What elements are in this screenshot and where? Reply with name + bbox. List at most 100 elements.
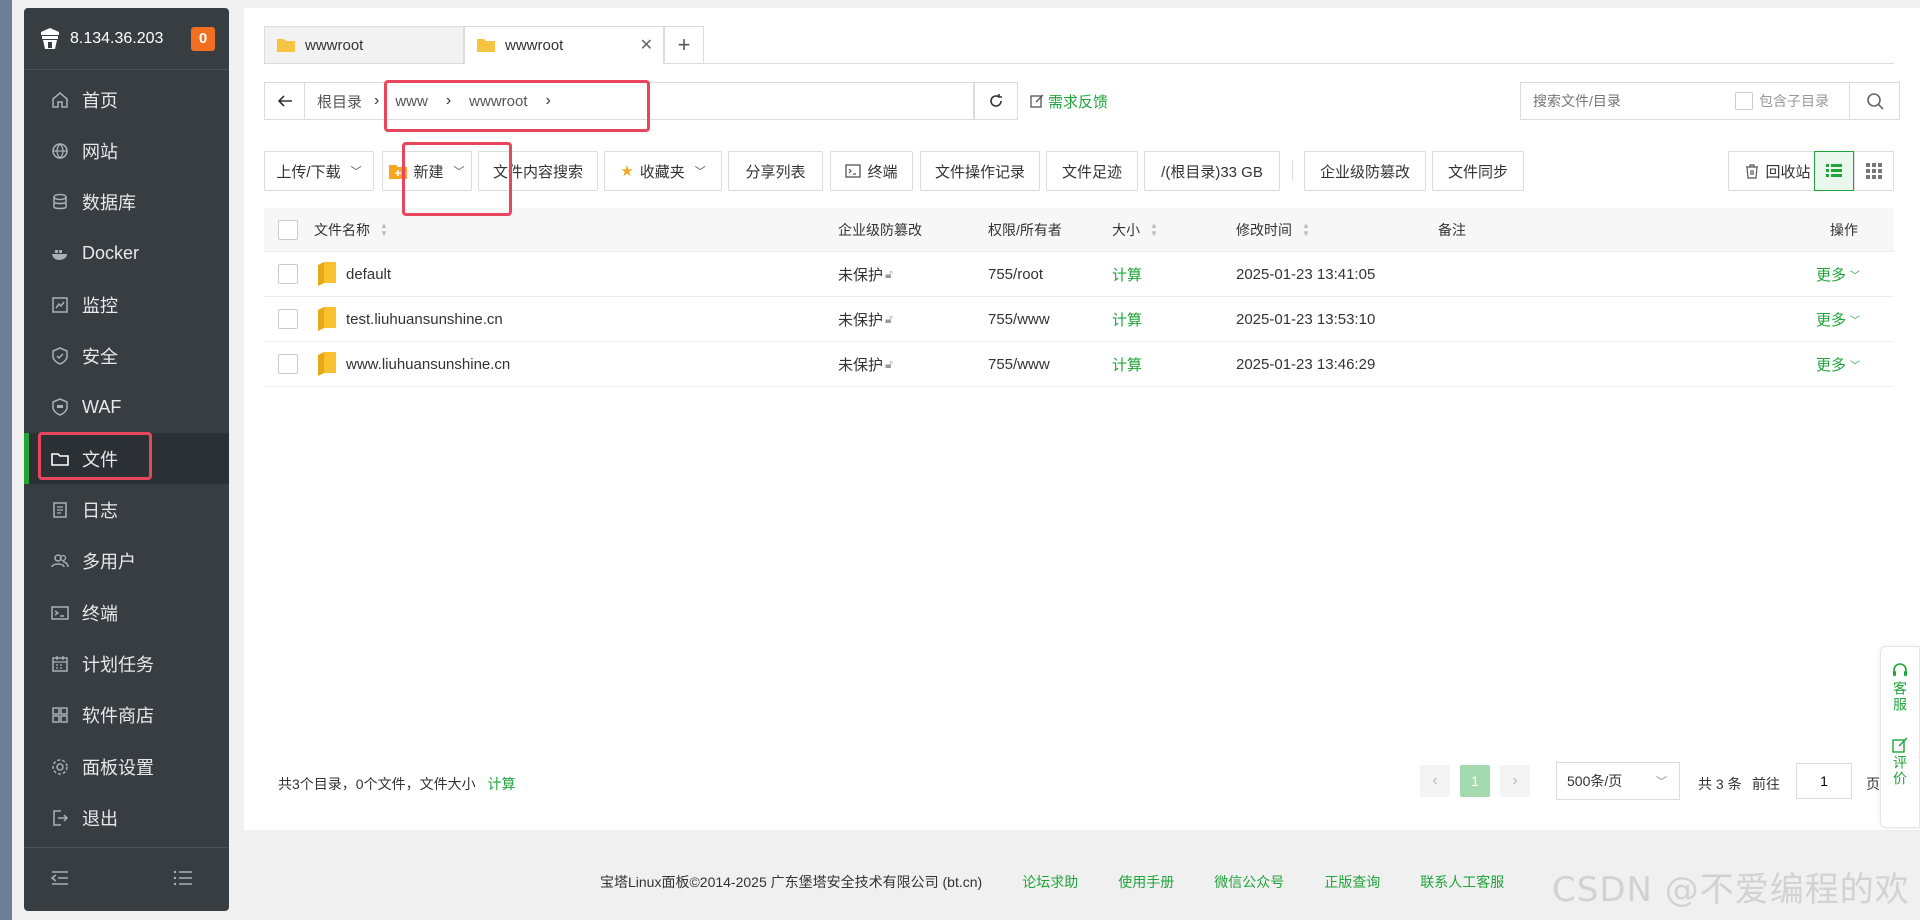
modified-time: 2025-01-23 13:41:05	[1236, 265, 1376, 283]
crumb-wwwroot[interactable]: wwwroot	[469, 93, 527, 110]
disk-usage-button[interactable]: /(根目录)33 GB	[1144, 151, 1280, 191]
rate-label: 评价	[1892, 755, 1908, 787]
sidebar-item-database[interactable]: 数据库	[24, 177, 229, 228]
footprint-button[interactable]: 文件足迹	[1046, 151, 1138, 191]
sidebar-item-logout[interactable]: 退出	[24, 792, 229, 843]
back-button[interactable]	[265, 83, 305, 119]
permission[interactable]: 755/root	[988, 266, 1043, 283]
sidebar-item-security[interactable]: 安全	[24, 330, 229, 381]
list-view-button[interactable]	[1814, 151, 1854, 191]
rate-button[interactable]: 评价	[1881, 713, 1919, 787]
prev-page-button[interactable]: ‹	[1420, 765, 1450, 797]
sidebar-item-store[interactable]: 软件商店	[24, 690, 229, 741]
sidebar-item-terminal[interactable]: 终端	[24, 587, 229, 638]
page-size-select[interactable]: 500条/页 ﹀	[1556, 762, 1680, 800]
unlock-icon[interactable]: 🔓︎	[885, 357, 893, 372]
plus-icon: +	[677, 32, 691, 57]
more-actions[interactable]: 更多	[1816, 264, 1846, 285]
sidebar-item-website[interactable]: 网站	[24, 125, 229, 176]
size-calc-link[interactable]: 计算	[1112, 354, 1142, 375]
recycle-bin-button[interactable]: 回收站	[1728, 151, 1828, 191]
tab-wwwroot-1[interactable]: wwwroot	[264, 26, 464, 64]
users-icon	[50, 551, 70, 571]
sidebar-item-files[interactable]: 文件	[24, 433, 229, 485]
upload-download-button[interactable]: 上传/下载 ﹀	[264, 151, 374, 191]
path-bar[interactable]: 根目录 › www › wwwroot ›	[264, 82, 974, 120]
header-mtime[interactable]: 修改时间 ▲ ▼	[1236, 220, 1310, 240]
row-checkbox[interactable]	[278, 264, 298, 284]
chevron-down-icon: ﹀	[350, 166, 362, 178]
file-name[interactable]: default	[346, 266, 391, 283]
refresh-button[interactable]	[974, 82, 1018, 120]
terminal-button[interactable]: 终端	[830, 151, 913, 191]
sidebar-item-label: 多用户	[82, 552, 136, 573]
goto-page-input[interactable]	[1796, 763, 1852, 799]
size-calc-link[interactable]: 计算	[1112, 264, 1142, 285]
feedback-link[interactable]: 需求反馈	[1030, 82, 1108, 120]
new-button[interactable]: 新建 ﹀	[382, 151, 472, 191]
sidebar-item-home[interactable]: 首页	[24, 74, 229, 125]
sidebar-item-cron[interactable]: 计划任务	[24, 638, 229, 689]
operation-log-button[interactable]: 文件操作记录	[920, 151, 1040, 191]
sidebar-item-multiuser[interactable]: 多用户	[24, 536, 229, 587]
total-size-calc-link[interactable]: 计算	[487, 776, 515, 792]
close-icon[interactable]: ✕	[640, 35, 653, 55]
sidebar-item-waf[interactable]: WAF	[24, 382, 229, 433]
crumb-root[interactable]: 根目录	[317, 91, 362, 112]
collapse-sidebar-icon[interactable]	[50, 869, 70, 890]
sort-icon: ▲ ▼	[1150, 220, 1158, 238]
sidebar-item-docker[interactable]: Docker	[24, 228, 229, 279]
header-protect: 企业级防篡改	[838, 220, 922, 240]
row-checkbox[interactable]	[278, 309, 298, 329]
edit-icon	[1892, 737, 1908, 753]
wechat-link[interactable]: 微信公众号	[1214, 872, 1284, 892]
more-actions[interactable]: 更多	[1816, 309, 1846, 330]
recycle-bin-label: 回收站	[1765, 163, 1811, 181]
sidebar-item-settings[interactable]: 面板设置	[24, 741, 229, 792]
share-list-button[interactable]: 分享列表	[728, 151, 823, 191]
table-row[interactable]: test.liuhuansunshine.cn 未保护 🔓︎ 755/www 计算…	[264, 297, 1894, 342]
table-row[interactable]: www.liuhuansunshine.cn 未保护 🔓︎ 755/www 计算 …	[264, 342, 1894, 387]
file-name[interactable]: test.liuhuansunshine.cn	[346, 311, 503, 328]
grid-view-icon	[1866, 163, 1882, 179]
unlock-icon[interactable]: 🔓︎	[885, 312, 893, 327]
tamper-protect-button[interactable]: 企业级防篡改	[1304, 151, 1426, 191]
permission[interactable]: 755/www	[988, 311, 1050, 328]
search-input[interactable]	[1533, 93, 1723, 109]
more-actions[interactable]: 更多	[1816, 354, 1846, 375]
favorites-button[interactable]: ★ 收藏夹 ﹀	[604, 151, 722, 191]
permission[interactable]: 755/www	[988, 356, 1050, 373]
manual-link[interactable]: 使用手册	[1118, 872, 1174, 892]
chevron-right-icon: ›	[1512, 772, 1518, 789]
page-unit: 页	[1866, 776, 1880, 792]
select-all-checkbox[interactable]	[278, 219, 298, 240]
sidebar-item-logs[interactable]: 日志	[24, 484, 229, 535]
next-page-button[interactable]: ›	[1500, 765, 1530, 797]
file-sync-button[interactable]: 文件同步	[1432, 151, 1524, 191]
header-ops-label: 操作	[1830, 221, 1858, 238]
sidebar-item-monitor[interactable]: 监控	[24, 279, 229, 330]
genuine-check-link[interactable]: 正版查询	[1324, 872, 1380, 892]
customer-service-button[interactable]: 客服	[1881, 647, 1919, 713]
table-row[interactable]: default 未保护 🔓︎ 755/root 计算 2025-01-23 13:…	[264, 252, 1894, 297]
protect-status: 未保护	[838, 356, 884, 374]
protect-status: 未保护	[838, 266, 884, 284]
tab-wwwroot-2[interactable]: wwwroot ✕	[464, 26, 664, 64]
contact-support-link[interactable]: 联系人工客服	[1420, 872, 1504, 892]
forum-link[interactable]: 论坛求助	[1022, 872, 1078, 892]
grid-view-button[interactable]	[1854, 151, 1894, 191]
page-number-current[interactable]: 1	[1460, 765, 1490, 797]
add-tab-button[interactable]: +	[664, 26, 704, 64]
content-search-button[interactable]: 文件内容搜索	[478, 151, 598, 191]
unlock-icon[interactable]: 🔓︎	[885, 267, 893, 282]
header-name[interactable]: 文件名称 ▲ ▼	[314, 220, 388, 240]
notification-badge[interactable]: 0	[191, 26, 215, 51]
include-subdir-checkbox[interactable]	[1735, 92, 1753, 110]
row-checkbox[interactable]	[278, 354, 298, 374]
header-size[interactable]: 大小 ▲ ▼	[1112, 220, 1158, 240]
file-name[interactable]: www.liuhuansunshine.cn	[346, 356, 510, 373]
search-button[interactable]	[1850, 82, 1900, 120]
menu-list-icon[interactable]	[173, 869, 193, 890]
crumb-www[interactable]: www	[395, 93, 428, 110]
size-calc-link[interactable]: 计算	[1112, 309, 1142, 330]
